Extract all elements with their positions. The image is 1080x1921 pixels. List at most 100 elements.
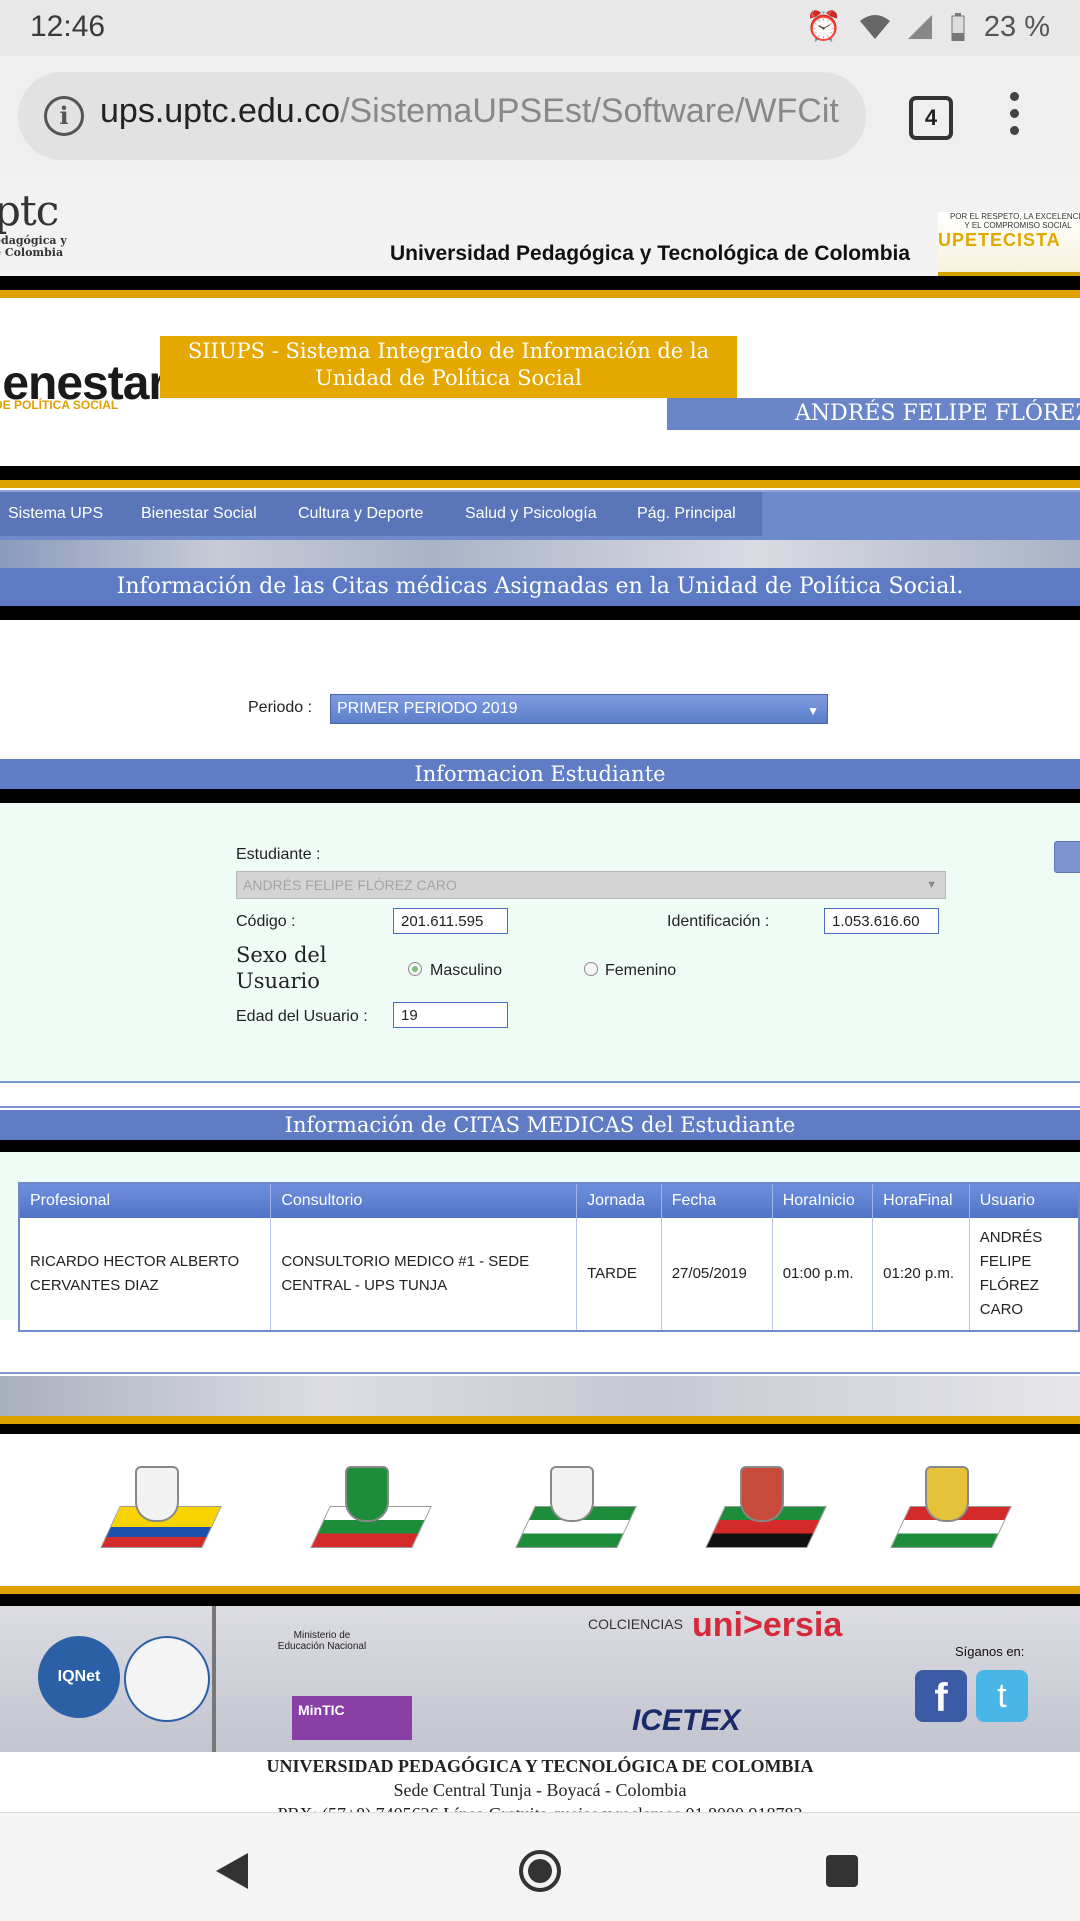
periodo-value: PRIMER PERIODO 2019 xyxy=(337,700,518,717)
status-icons: ⏰ 23 % xyxy=(806,10,1050,44)
clock: 12:46 xyxy=(30,10,106,43)
identificacion-field[interactable]: 1.053.616.60 xyxy=(824,908,939,934)
column-header: Consultorio xyxy=(270,1183,578,1218)
footer-sede: Sede Central Tunja - Boyacá - Colombia xyxy=(393,1780,687,1800)
divider xyxy=(0,606,1080,620)
cell-jornada: TARDE xyxy=(576,1218,662,1332)
department-flags xyxy=(0,1466,1080,1576)
upetecista-text: UPETECISTA xyxy=(938,230,1061,250)
siiups-banner: SIIUPS - Sistema Integrado de Informació… xyxy=(160,336,737,398)
edad-field[interactable]: 19 xyxy=(393,1002,508,1028)
url-host: ups.uptc.edu.co xyxy=(100,92,341,130)
divider xyxy=(0,1081,1080,1083)
femenino-radio[interactable] xyxy=(584,962,598,976)
tunja-shield-icon xyxy=(550,1466,594,1522)
iqnet-logo: IQNet xyxy=(38,1636,120,1718)
student-section-title: Informacion Estudiante xyxy=(0,759,1080,789)
siganos-label: Síganos en: xyxy=(955,1644,1025,1659)
mintic-logo: MinTIC xyxy=(292,1696,412,1740)
column-header: Usuario xyxy=(969,1183,1080,1218)
system-nav-bar xyxy=(0,1812,1080,1921)
identificacion-label: Identificación : xyxy=(667,913,770,930)
column-header: Jornada xyxy=(576,1183,662,1218)
icetex-logo: ICETEX xyxy=(632,1704,741,1737)
colombia-shield-icon xyxy=(135,1466,179,1522)
footer-pbx: PBX: (57+8) 7405626 Línea Gratuita queja… xyxy=(0,1802,1080,1812)
browser-toolbar: i ups.uptc.edu.co/SistemaUPSEst/Software… xyxy=(0,56,1080,176)
cell-consultorio: CONSULTORIO MEDICO #1 - SEDE CENTRAL - U… xyxy=(270,1218,578,1332)
cell-hora-final: 01:20 p.m. xyxy=(872,1218,970,1332)
facebook-icon[interactable]: f xyxy=(915,1670,967,1722)
nav-item-salud-psicologia[interactable]: Salud y Psicología xyxy=(465,505,597,523)
divider xyxy=(0,276,1080,290)
signal-icon xyxy=(907,15,932,39)
nav-item-bienestar-social[interactable]: Bienestar Social xyxy=(141,505,257,523)
tab-switcher-button[interactable]: 4 xyxy=(909,96,953,140)
info-icon[interactable]: i xyxy=(44,96,84,136)
upetecista-tagline: POR EL RESPETO, LA EXCELENCIA Y EL COMPR… xyxy=(949,212,1080,230)
main-nav: Sistema UPS Bienestar Social Cultura y D… xyxy=(0,490,1080,542)
universia-logo: uni>ersia xyxy=(692,1606,843,1644)
university-name: Universidad Pedagógica y Tecnológica de … xyxy=(390,242,911,265)
masculino-radio[interactable] xyxy=(408,962,422,976)
codigo-field[interactable]: 201.611.595 xyxy=(393,908,508,934)
overflow-menu-icon[interactable] xyxy=(1010,92,1020,143)
home-icon[interactable] xyxy=(518,1849,562,1893)
sexo-label: Sexo del Usuario xyxy=(236,943,327,993)
citas-table: Profesional Consultorio Jornada Fecha Ho… xyxy=(18,1182,1080,1332)
address-bar[interactable]: i ups.uptc.edu.co/SistemaUPSEst/Software… xyxy=(18,72,866,160)
wifi-icon xyxy=(859,15,890,39)
search-button[interactable] xyxy=(1054,841,1080,873)
colciencias-logo: COLCIENCIAS xyxy=(588,1616,683,1632)
periodo-label: Periodo : xyxy=(248,699,313,716)
divider xyxy=(0,290,1080,298)
uptc-logo-sub: edagógica y e Colombia xyxy=(0,234,67,259)
battery-icon xyxy=(951,13,965,41)
cell-usuario: ANDRÉS FELIPE FLÓREZ CARO xyxy=(969,1218,1080,1332)
nav-item-sistema-ups[interactable]: Sistema UPS xyxy=(8,505,103,523)
chevron-down-icon: ▼ xyxy=(807,704,819,718)
cell-profesional: RICARDO HECTOR ALBERTO CERVANTES DIAZ xyxy=(19,1218,272,1332)
certification-logo xyxy=(124,1636,210,1722)
periodo-select[interactable]: PRIMER PERIODO 2019 ▼ xyxy=(330,694,828,724)
web-page: ptc edagógica y e Colombia Universidad P… xyxy=(0,176,1080,1812)
battery-percent: 23 % xyxy=(983,10,1050,43)
divider xyxy=(0,1106,1080,1108)
divider xyxy=(0,480,1080,488)
boyaca-shield-icon xyxy=(345,1466,389,1522)
divider xyxy=(0,1594,1080,1606)
divider xyxy=(0,1140,1080,1152)
status-bar: 12:46 ⏰ 23 % xyxy=(0,0,1080,56)
femenino-label: Femenino xyxy=(605,962,677,979)
footer-university: UNIVERSIDAD PEDAGÓGICA Y TECNOLÓGICA DE … xyxy=(266,1756,814,1776)
divider xyxy=(212,1606,216,1752)
divider xyxy=(0,466,1080,480)
divider xyxy=(0,789,1080,803)
ministerio-logo: Ministerio de Educación Nacional xyxy=(277,1630,367,1652)
estudiante-value: ANDRÉS FELIPE FLÓREZ CARO xyxy=(243,877,457,893)
column-header: HoraInicio xyxy=(772,1183,874,1218)
recents-icon[interactable] xyxy=(824,1853,860,1889)
nav-item-pag-principal[interactable]: Pág. Principal xyxy=(637,505,736,523)
cell-hora-inicio: 01:00 p.m. xyxy=(772,1218,874,1332)
student-form xyxy=(0,803,1080,1083)
duitama-shield-icon xyxy=(740,1466,784,1522)
alarm-icon: ⏰ xyxy=(805,11,842,43)
column-header: Fecha xyxy=(661,1183,773,1218)
divider xyxy=(0,1586,1080,1594)
nav-item-cultura-deporte[interactable]: Cultura y Deporte xyxy=(298,505,423,523)
url-path: /SistemaUPSEst/Software/WFCit xyxy=(340,92,839,130)
estudiante-label: Estudiante : xyxy=(236,846,321,863)
page-title: Información de las Citas médicas Asignad… xyxy=(0,568,1080,606)
partner-logos: IQNet Ministerio de Educación Nacional C… xyxy=(0,1606,1080,1752)
estudiante-select[interactable]: ANDRÉS FELIPE FLÓREZ CARO ▼ xyxy=(236,871,946,899)
twitter-icon[interactable]: t xyxy=(976,1670,1028,1722)
url-text[interactable]: ups.uptc.edu.co/SistemaUPSEst/Software/W… xyxy=(100,92,860,131)
upetecista-logo: POR EL RESPETO, LA EXCELENCIA Y EL COMPR… xyxy=(938,212,1080,276)
uptc-logo-text: ptc xyxy=(0,186,59,235)
codigo-label: Código : xyxy=(236,913,296,930)
back-icon[interactable] xyxy=(214,1851,250,1891)
cell-fecha: 27/05/2019 xyxy=(661,1218,773,1332)
uptc-logo: ptc edagógica y e Colombia xyxy=(0,186,67,259)
table-header-row: Profesional Consultorio Jornada Fecha Ho… xyxy=(19,1183,1080,1218)
